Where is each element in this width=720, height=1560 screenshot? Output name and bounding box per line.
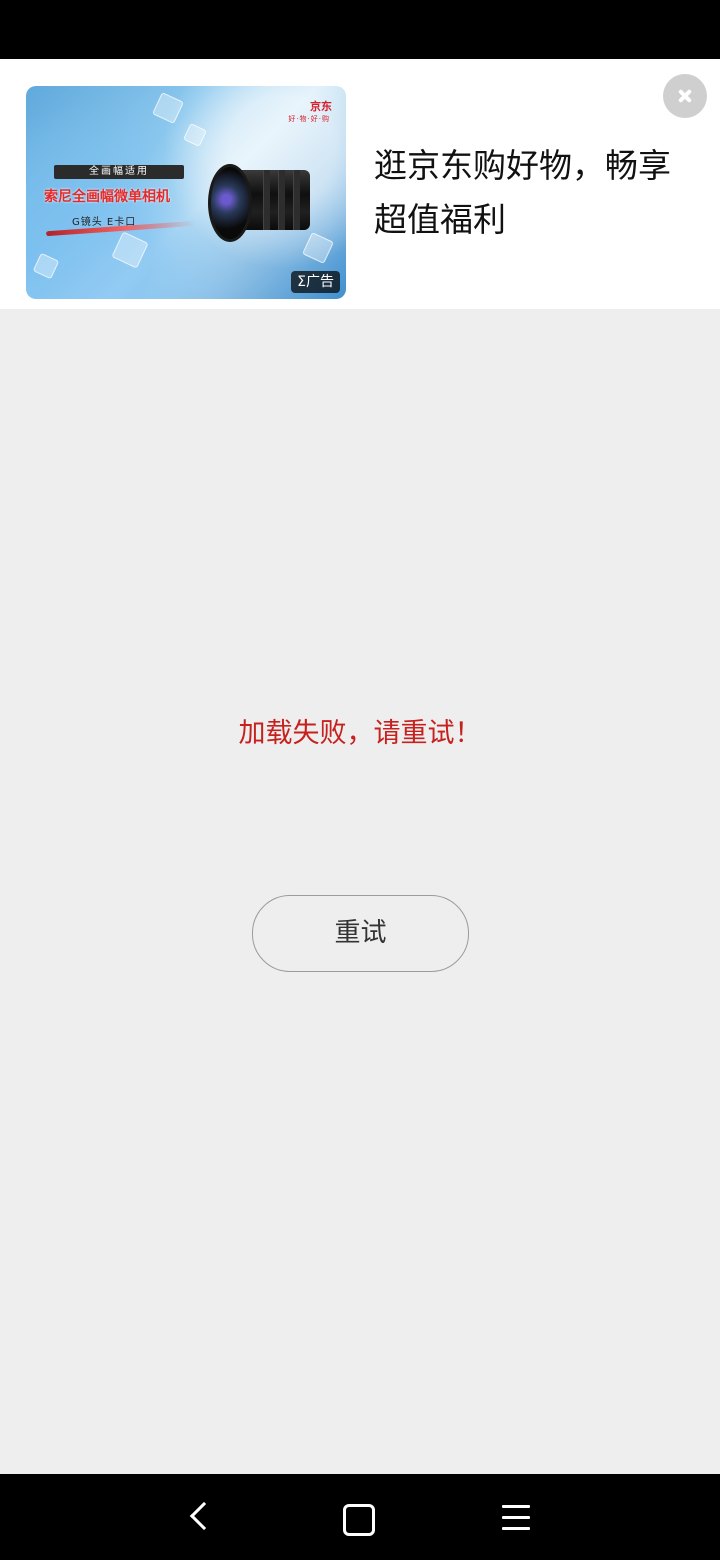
ice-cube-decoration: [152, 92, 184, 124]
ad-brand-logo: 京东: [310, 100, 332, 113]
ad-brand-slogan: 好·物·好·购: [288, 115, 330, 123]
ice-cube-decoration: [302, 232, 334, 264]
status-bar: [0, 0, 720, 59]
navigation-bar: [0, 1474, 720, 1560]
ad-product-name: 索尼全画幅微单相机: [44, 189, 170, 205]
ice-cube-decoration: [32, 252, 60, 280]
error-message: 加载失败，请重试！: [238, 718, 482, 749]
ice-cube-decoration: [111, 231, 149, 269]
camera-lens-icon: [208, 164, 318, 242]
retry-button[interactable]: 重试: [252, 895, 469, 972]
ice-cube-decoration: [183, 123, 207, 147]
close-icon: [663, 74, 707, 118]
close-ad-button[interactable]: [663, 74, 707, 118]
back-icon[interactable]: [185, 1501, 215, 1533]
ad-title[interactable]: 逛京东购好物，畅享超值福利: [374, 139, 700, 247]
page-content: 京东 好·物·好·购 全画幅适用 索尼全画幅微单相机 G镜头 E卡口 Σ广告 逛…: [0, 59, 720, 1474]
ad-image[interactable]: 京东 好·物·好·购 全画幅适用 索尼全画幅微单相机 G镜头 E卡口 Σ广告: [26, 86, 346, 299]
ad-badge: Σ广告: [291, 271, 340, 293]
ad-tagline: 全画幅适用: [54, 165, 184, 179]
menu-icon[interactable]: [502, 1505, 530, 1531]
home-icon[interactable]: [343, 1504, 375, 1536]
ad-banner[interactable]: 京东 好·物·好·购 全画幅适用 索尼全画幅微单相机 G镜头 E卡口 Σ广告 逛…: [0, 59, 720, 309]
